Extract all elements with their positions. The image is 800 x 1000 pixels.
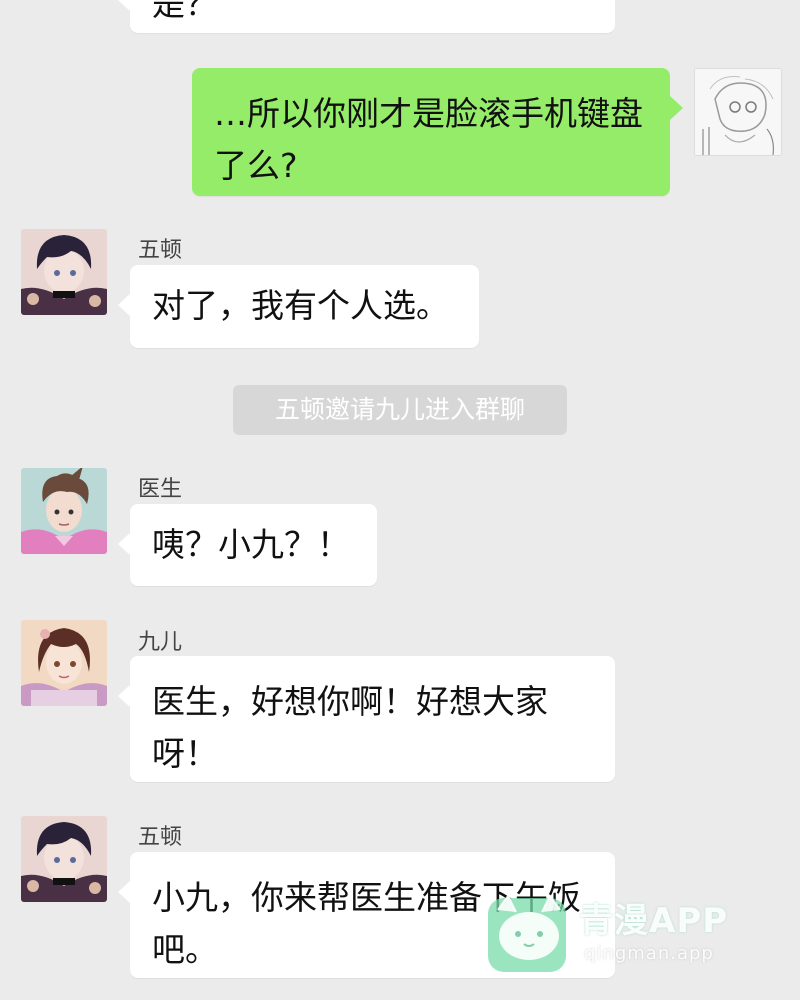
message-text: 咦？小九？！: [152, 525, 350, 564]
message-text: …所以你刚才是脸滚手机键盘了么?: [214, 94, 643, 185]
sketch-character-avatar[interactable]: [694, 68, 782, 156]
incoming-message-bubble[interactable]: 医生，好想你啊！好想大家呀！: [118, 656, 615, 782]
sender-name: 医生: [138, 477, 183, 502]
watermark-title: 青漫APP: [579, 901, 729, 941]
watermark-url: qingman.app: [584, 943, 714, 964]
doctor-character-avatar[interactable]: [21, 468, 107, 554]
sender-name: 五顿: [138, 825, 183, 850]
watermark: 青漫APP qingman.app: [484, 885, 784, 985]
dark-hair-character-avatar[interactable]: [21, 816, 107, 902]
message-text: 医生，好想你啊！好想大家呀！: [152, 682, 548, 773]
dark-hair-character-avatar[interactable]: [21, 229, 107, 315]
girl-character-avatar[interactable]: [21, 620, 107, 706]
message-text: 是？: [152, 0, 218, 23]
outgoing-message-bubble[interactable]: …所以你刚才是脸滚手机键盘了么?: [192, 68, 683, 196]
sender-name: 五顿: [138, 238, 183, 263]
sender-name: 九儿: [138, 630, 183, 655]
cat-face-logo-icon: [484, 890, 574, 975]
partial-message-bubble[interactable]: 是？: [118, 0, 615, 33]
incoming-message-bubble[interactable]: 对了，我有个人选。: [118, 265, 479, 348]
incoming-message-bubble[interactable]: 咦？小九？！: [118, 504, 377, 586]
system-notice: 五顿邀请九儿进入群聊: [233, 385, 567, 435]
message-text: 对了，我有个人选。: [152, 286, 449, 325]
